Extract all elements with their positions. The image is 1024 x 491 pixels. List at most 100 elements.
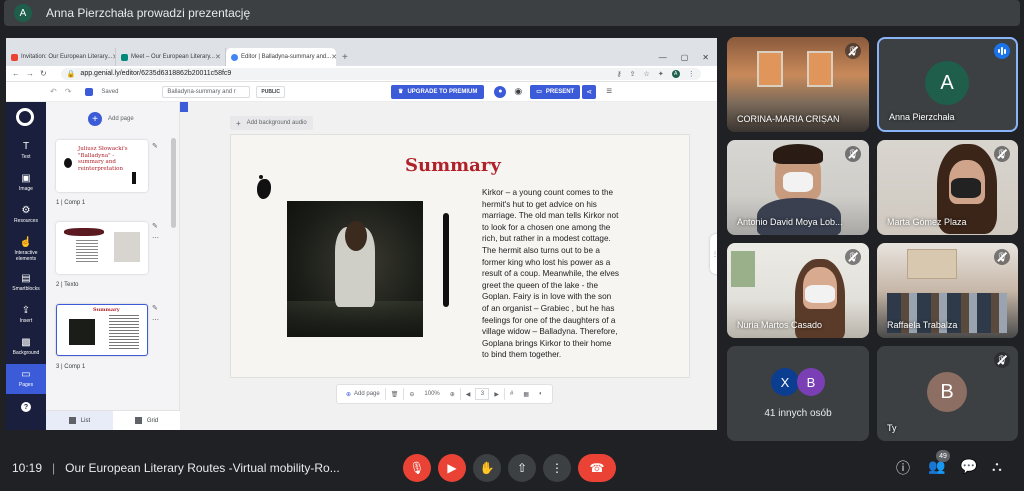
rail-item-interactive[interactable]: ☝ Interactive elements [6, 232, 46, 268]
browser-tab-active[interactable]: Editor | Balladyna-summary and... ✕ [226, 48, 336, 66]
participant-tile-speaking[interactable]: A Anna Pierzchała [877, 37, 1018, 132]
prev-page-icon[interactable]: ◀ [461, 391, 476, 398]
close-window-icon[interactable]: ✕ [702, 53, 709, 62]
participant-tile[interactable]: 🎙 Antonio David Moya Lob... [727, 140, 869, 235]
raise-hand-button[interactable]: ✋ [473, 454, 501, 482]
share-button[interactable]: ⋖ [582, 84, 597, 99]
self-tile[interactable]: B 🎙 Ty [877, 346, 1018, 441]
rail-item-pages[interactable]: ▭ Pages [6, 364, 46, 394]
present-button[interactable]: ▭ PRESENT [530, 84, 581, 99]
meeting-title: Our European Literary Routes -Virtual mo… [65, 460, 340, 475]
preview-eye-icon[interactable]: ◉ [514, 86, 522, 97]
public-badge[interactable]: PUBLIC [256, 85, 286, 98]
new-tab-icon[interactable]: + [342, 52, 348, 63]
page-thumbnail[interactable]: Juliusz Słowacki's "Balladyna" - summary… [56, 140, 148, 192]
chat-icon[interactable]: 💬 [960, 458, 977, 475]
layout-icon[interactable]: ▦ [518, 391, 534, 398]
share-icon[interactable]: ⇪ [630, 70, 636, 78]
pages-scrollbar[interactable] [171, 138, 176, 228]
thumb-title: Summary [93, 307, 120, 313]
document-title-input[interactable]: Balladyna-summary and r [162, 85, 251, 98]
interactive-icon: ☝ [19, 237, 33, 248]
maximize-icon[interactable]: ▢ [681, 53, 689, 62]
more-icon[interactable]: ⋯ [152, 316, 159, 324]
pin-icon[interactable] [180, 102, 188, 112]
help-icon[interactable]: ? [21, 402, 31, 412]
omnibox[interactable]: 🔒 app.genial.ly/editor/6235d6318862b2001… [60, 67, 701, 80]
page-options-icon[interactable]: ✎ [152, 304, 158, 312]
browser-tab[interactable]: Invitation: Our European Literary... ✕ [6, 48, 116, 66]
others-tile[interactable]: X B 41 innych osób [727, 346, 869, 441]
page-options-icon[interactable]: ✎ [152, 222, 158, 230]
page-options-icon[interactable]: ✎ [152, 142, 158, 150]
add-page-small-button[interactable]: ⊕ Add page [341, 391, 385, 398]
rail-item-smartblocks[interactable]: ▤ Smartblocks [6, 268, 46, 298]
grid-toggle-icon[interactable]: # [505, 391, 518, 397]
rail-label: Interactive elements [14, 250, 38, 262]
meet-control-bar: 10:19 | Our European Literary Routes -Vi… [0, 444, 1024, 491]
rail-item-background[interactable]: ▩ Background [6, 332, 46, 362]
info-icon[interactable]: ⓘ [896, 458, 910, 478]
rail-item-insert[interactable]: ⇪ Insert [6, 300, 46, 330]
present-screen-button[interactable]: ⇧ [508, 454, 536, 482]
side-panel-handle[interactable]: ⋮ [710, 234, 717, 274]
rail-item-resources[interactable]: ⚙ Resources [6, 200, 46, 230]
pages-icon: ▭ [21, 369, 31, 380]
page-number-input[interactable]: 3 [475, 388, 490, 400]
user-icon[interactable]: ● [494, 85, 507, 98]
text-preview [76, 240, 98, 264]
slide-title[interactable]: Summary [405, 155, 501, 176]
rail-label: Image [19, 186, 33, 192]
mic-toggle-button[interactable]: 🎙 [403, 454, 431, 482]
zoom-in-icon[interactable]: ⊕ [445, 391, 460, 398]
camera-toggle-button[interactable]: ▶ [438, 454, 466, 482]
browser-tab-strip: Invitation: Our European Literary... ✕ M… [6, 48, 717, 66]
slide-canvas[interactable]: Summary Kirkor – a young count comes to … [230, 134, 690, 378]
saved-check-icon [85, 87, 94, 96]
rail-item-image[interactable]: ▣ Image [6, 168, 46, 198]
page-thumbnail-active[interactable]: Summary [56, 304, 148, 356]
profile-avatar[interactable]: A [671, 69, 680, 78]
close-icon[interactable]: ✕ [215, 53, 221, 61]
rail-item-text[interactable]: T Text [6, 136, 46, 166]
slide-photo[interactable] [287, 201, 423, 337]
participant-tile[interactable]: 🎙 Raffaela Trabalza [877, 243, 1018, 338]
more-icon[interactable]: ⋮ [688, 70, 695, 78]
list-icon [68, 417, 76, 424]
add-background-audio-button[interactable]: + Add background audio [230, 116, 313, 130]
participant-avatar: X [771, 368, 799, 396]
browser-tab[interactable]: Meet – Our European Literary... ✕ [116, 48, 226, 66]
rail-label: Resources [14, 218, 38, 224]
next-page-icon[interactable]: ▶ [489, 391, 504, 398]
poster-decoration [907, 249, 957, 279]
settings-icon[interactable]: ◐ [534, 391, 548, 397]
grid-label: Grid [146, 417, 159, 424]
minimize-icon[interactable]: — [659, 53, 667, 62]
mic-off-icon: 🎙 [845, 249, 861, 265]
participant-tile[interactable]: 🎙 CORINA-MARIA CRIȘAN [727, 37, 869, 132]
canvas-area: + Add background audio Summary Kirkor – … [180, 102, 717, 430]
grid-view-tab[interactable]: Grid [113, 411, 180, 430]
more-icon[interactable]: ⋯ [152, 234, 159, 242]
key-icon[interactable]: ⚷ [617, 70, 622, 78]
page-thumbnail[interactable] [56, 222, 148, 274]
list-view-tab[interactable]: List [46, 411, 113, 430]
upgrade-button[interactable]: ♛ UPGRADE TO PREMIUM [391, 84, 485, 99]
star-icon[interactable]: ☆ [644, 70, 650, 78]
more-options-button[interactable]: ⋮ [543, 454, 571, 482]
nav-buttons[interactable]: ←→↻ [12, 69, 53, 78]
activities-icon[interactable]: ⛬ [992, 458, 1002, 475]
plus-icon: + [88, 112, 102, 126]
leave-call-button[interactable]: ☎ [578, 454, 616, 482]
add-page-button[interactable]: + Add page [88, 112, 134, 126]
participant-tile[interactable]: 🎙 Marta Gómez Plaza [877, 140, 1018, 235]
summary-text[interactable]: Kirkor – a young count comes to the herm… [482, 187, 620, 361]
menu-icon[interactable]: ≡ [606, 86, 612, 97]
undo-redo-icons[interactable]: ↶↷ [50, 87, 79, 96]
puzzle-icon[interactable]: ✦ [658, 70, 664, 78]
participant-tile[interactable]: 🎙 Nuria Martos Casado [727, 243, 869, 338]
zoom-out-icon[interactable]: ⊖ [404, 391, 419, 398]
close-icon[interactable]: ✕ [331, 53, 336, 61]
trash-icon[interactable]: 🗑 [386, 391, 404, 398]
image-preview [69, 319, 95, 345]
